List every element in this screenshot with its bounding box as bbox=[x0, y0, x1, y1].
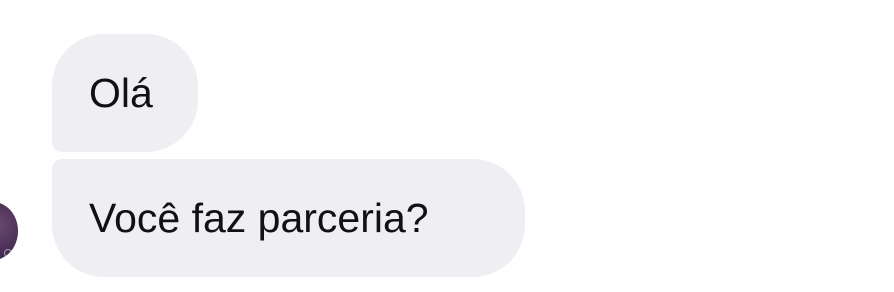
message-bubble[interactable]: Você faz parceria? bbox=[52, 159, 525, 277]
message-text: Olá bbox=[89, 69, 153, 116]
message-bubble[interactable]: Olá bbox=[52, 34, 198, 152]
avatar-badge-icon bbox=[4, 249, 12, 257]
message-text: Você faz parceria? bbox=[89, 194, 429, 241]
contact-avatar[interactable] bbox=[0, 202, 18, 260]
chat-thread: Olá Você faz parceria? bbox=[0, 0, 894, 292]
